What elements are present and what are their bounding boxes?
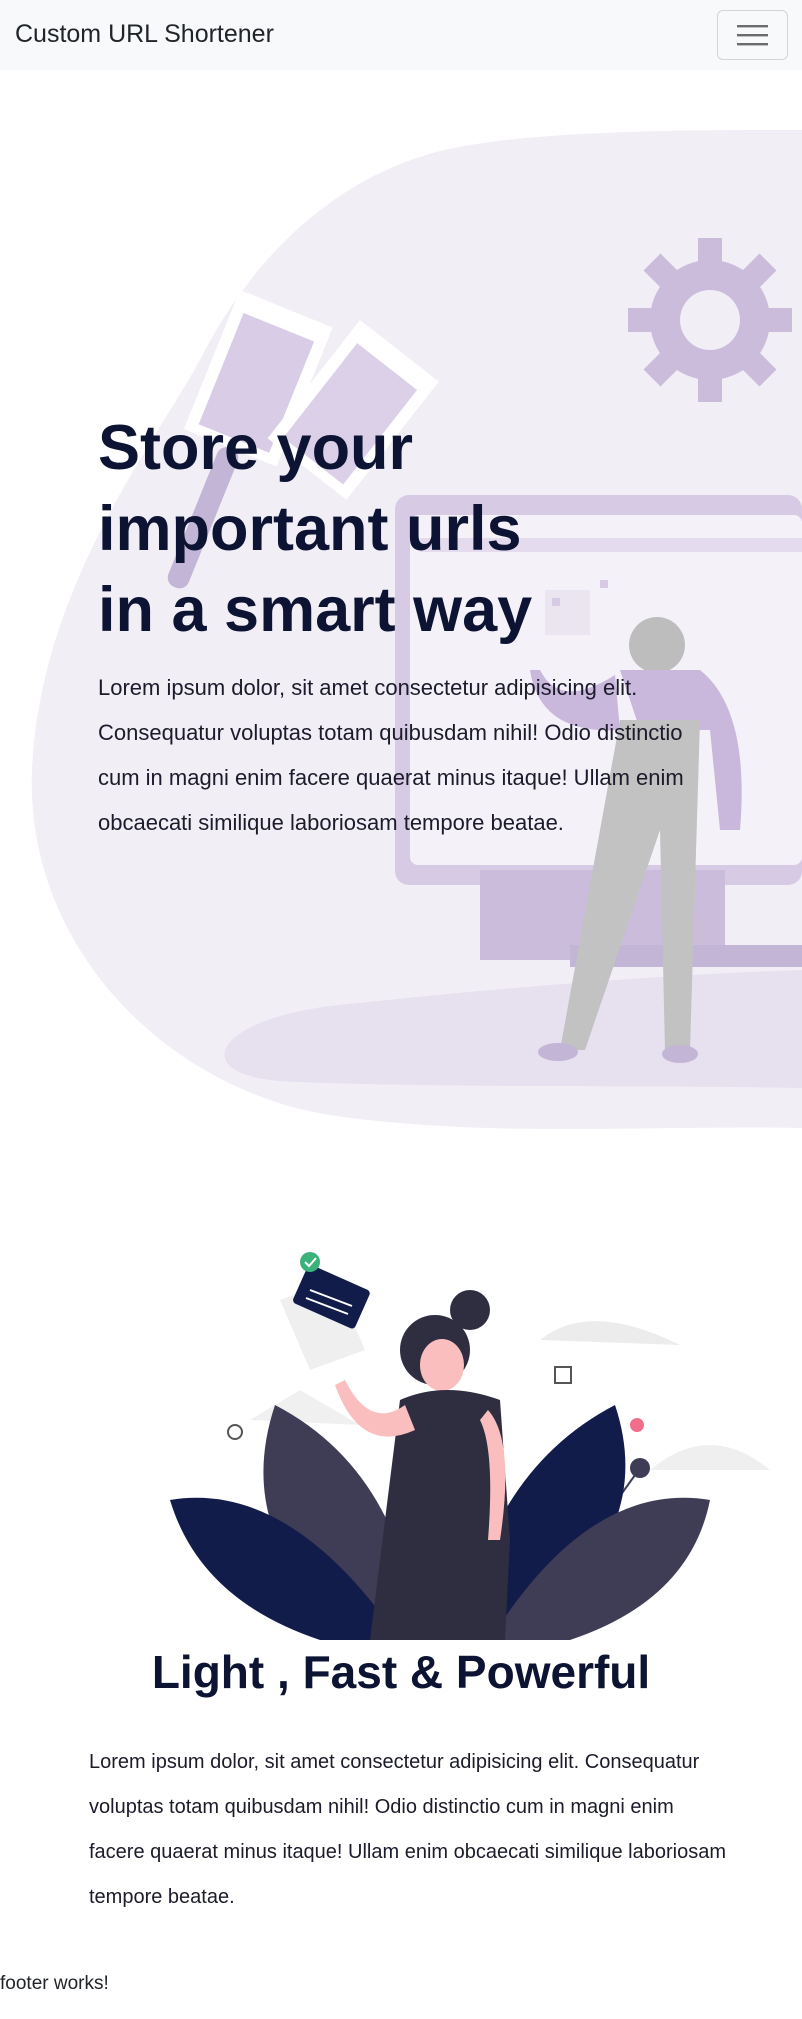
hero-title-line: important urls <box>98 494 522 564</box>
navbar-toggle-button[interactable] <box>717 10 788 60</box>
hero-title-line: Store your <box>98 413 414 483</box>
footer-text: footer works! <box>0 1973 109 1994</box>
feature-title: Light , Fast & Powerful <box>151 1646 651 1698</box>
navbar: Custom URL Shortener <box>0 0 802 70</box>
page: Custom URL Shortener Store your importan… <box>0 0 802 2019</box>
hero-title-line: in a smart way <box>98 575 533 645</box>
hero-section: Store your important urls in a smart way… <box>98 408 708 845</box>
hamburger-icon <box>737 25 768 46</box>
brand-link[interactable]: Custom URL Shortener <box>15 20 274 49</box>
feature-description: Lorem ipsum dolor, sit amet consectetur … <box>89 1751 726 1908</box>
woman-with-leaves-illustration <box>170 1252 770 1640</box>
hero-description: Lorem ipsum dolor, sit amet consectetur … <box>98 675 684 835</box>
hero-title: Store your important urls in a smart way <box>98 408 708 651</box>
